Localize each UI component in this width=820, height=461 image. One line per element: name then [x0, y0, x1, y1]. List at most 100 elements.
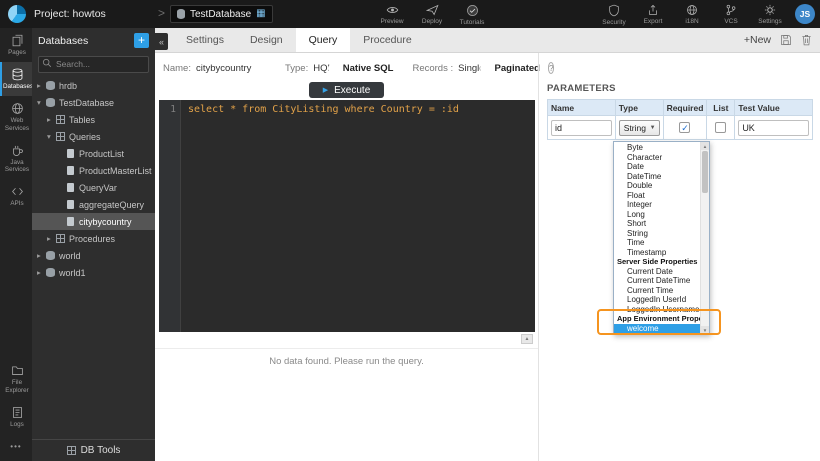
dropdown-scrollbar[interactable]: ▲ ▼	[700, 142, 709, 334]
tree-item[interactable]: citybycountry	[32, 213, 155, 230]
dropdown-option[interactable]: LoggedIn Username	[614, 305, 700, 315]
dropdown-option[interactable]: welcome	[614, 324, 700, 334]
dropdown-option[interactable]: DateTime	[614, 172, 700, 182]
dropdown-option[interactable]: LoggedIn UserId	[614, 295, 700, 305]
tree-item[interactable]: ▸ Tables	[32, 111, 155, 128]
user-avatar[interactable]: JS	[795, 4, 815, 24]
execute-button[interactable]: ▶ Execute	[309, 82, 385, 98]
tree-item[interactable]: ProductMasterList	[32, 162, 155, 179]
scrollbar-thumb[interactable]	[702, 151, 708, 193]
tree-item[interactable]: ▸ hrdb	[32, 77, 155, 94]
tree-item[interactable]: ▸ world1	[32, 264, 155, 281]
new-query-button[interactable]: +New	[744, 34, 771, 46]
tab[interactable]: Query	[296, 28, 351, 52]
rail-item-file-explorer[interactable]: File Explorer	[0, 358, 32, 399]
dropdown-option[interactable]: Current Time	[614, 286, 700, 296]
add-database-button[interactable]: +	[134, 33, 149, 48]
save-icon[interactable]	[780, 34, 792, 46]
tab[interactable]: Design	[237, 28, 296, 52]
dropdown-option[interactable]: Integer	[614, 200, 700, 210]
dropdown-option[interactable]: Double	[614, 181, 700, 191]
tree-item[interactable]: aggregateQuery	[32, 196, 155, 213]
rail-item-apis[interactable]: APIs	[0, 179, 32, 213]
tree-expand-arrow-icon[interactable]: ▸	[37, 268, 46, 277]
dropdown-option[interactable]: Server Side Properties	[614, 257, 700, 267]
tree-expand-arrow-icon[interactable]: ▾	[47, 132, 56, 141]
tab[interactable]: Settings	[173, 28, 237, 52]
database-selector[interactable]: TestDatabase ▦	[170, 5, 273, 23]
main-area: « Settings Design Query Procedure +New N…	[155, 28, 820, 461]
rail-item-java-services[interactable]: Java Services	[0, 138, 32, 179]
vcs-button[interactable]: VCS	[717, 2, 745, 26]
tree-item-label: ProductMasterList	[79, 166, 152, 176]
web-services-icon	[11, 102, 24, 115]
tree-expand-arrow-icon[interactable]: ▸	[37, 81, 46, 90]
dropdown-option[interactable]: Float	[614, 191, 700, 201]
code-editor[interactable]: 1 select * from CityListing where Countr…	[159, 100, 535, 332]
preview-button[interactable]: Preview	[378, 2, 406, 26]
code-line[interactable]: select * from CityListing where Country …	[181, 100, 459, 332]
tree-item[interactable]: ▸ Procedures	[32, 230, 155, 247]
db-tools-button[interactable]: DB Tools	[32, 439, 155, 461]
dropdown-option[interactable]: Short	[614, 219, 700, 229]
tree-expand-arrow-icon[interactable]: ▸	[47, 234, 56, 243]
tree-item[interactable]: ▸ world	[32, 247, 155, 264]
dropdown-option[interactable]: Timestamp	[614, 248, 700, 258]
tree-item[interactable]: QueryVar	[32, 179, 155, 196]
trash-icon[interactable]	[801, 34, 812, 46]
rail-item-logs[interactable]: Logs	[0, 400, 32, 434]
scroll-down-icon[interactable]: ▼	[701, 326, 709, 334]
param-name-input[interactable]	[551, 120, 612, 136]
dropdown-option[interactable]: App Environment Properties	[614, 314, 700, 324]
rail-item-pages[interactable]: Pages	[0, 28, 32, 62]
dropdown-option[interactable]: Character	[614, 153, 700, 163]
rail-item-databases[interactable]: Databases	[0, 62, 32, 96]
security-button[interactable]: Security	[600, 2, 628, 26]
records-option-paginated[interactable]: Paginated	[495, 63, 540, 74]
dropdown-option[interactable]: Date	[614, 162, 700, 172]
dropdown-option[interactable]: Byte	[614, 143, 700, 153]
tab[interactable]: Procedure	[350, 28, 424, 52]
collapse-panel-button[interactable]: «	[155, 33, 168, 50]
dropdown-option[interactable]: Current Date	[614, 267, 700, 277]
settings-button[interactable]: Settings	[756, 2, 784, 26]
dropdown-option-label: welcome	[627, 324, 659, 333]
required-checkbox[interactable]: ✓	[679, 122, 690, 133]
scroll-up-icon[interactable]: ▲	[701, 142, 709, 150]
tree-item[interactable]: ▾ Queries	[32, 128, 155, 145]
tutorials-button[interactable]: Tutorials	[458, 2, 486, 26]
deploy-button[interactable]: Deploy	[418, 2, 446, 26]
gear-icon	[764, 4, 776, 16]
tree-expand-arrow-icon[interactable]: ▸	[37, 251, 46, 260]
tree-item-icon	[67, 166, 74, 175]
database-selector-label: TestDatabase	[190, 9, 251, 20]
tree-expand-arrow-icon[interactable]: ▾	[37, 98, 46, 107]
dropdown-option-label: LoggedIn Username	[627, 305, 700, 314]
tree-item[interactable]: ProductList	[32, 145, 155, 162]
export-button[interactable]: Export	[639, 2, 667, 26]
tree-item-label: QueryVar	[79, 183, 117, 193]
tree-item[interactable]: ▾ TestDatabase	[32, 94, 155, 111]
expand-editor-button[interactable]: ▲	[521, 334, 533, 344]
param-test-value-input[interactable]	[738, 120, 809, 136]
rail-item-web-services[interactable]: Web Services	[0, 96, 32, 137]
dropdown-option[interactable]: Long	[614, 210, 700, 220]
dropdown-option-label: Current Date	[627, 267, 673, 276]
app-logo-icon[interactable]	[8, 5, 26, 23]
list-checkbox[interactable]	[715, 122, 726, 133]
type-label: Type:	[285, 63, 308, 74]
search-input[interactable]	[38, 56, 149, 73]
parameters-table: Name Type Required List Test Value Strin…	[547, 99, 813, 140]
tree-expand-arrow-icon[interactable]: ▸	[47, 115, 56, 124]
query-name-value[interactable]: citybycountry	[196, 63, 266, 74]
tree-item-label: world1	[59, 268, 86, 278]
more-options-button[interactable]: •••	[0, 434, 32, 461]
type-option-native-sql[interactable]: Native SQL	[343, 63, 394, 74]
content-area: Name: citybycountry Type: HQL Native SQL…	[155, 53, 820, 461]
param-type-select[interactable]: String ▼	[619, 120, 660, 136]
branch-icon	[725, 4, 737, 16]
dropdown-option[interactable]: Current DateTime	[614, 276, 700, 286]
dropdown-option[interactable]: String	[614, 229, 700, 239]
dropdown-option[interactable]: Time	[614, 238, 700, 248]
i18n-button[interactable]: i18N	[678, 2, 706, 26]
